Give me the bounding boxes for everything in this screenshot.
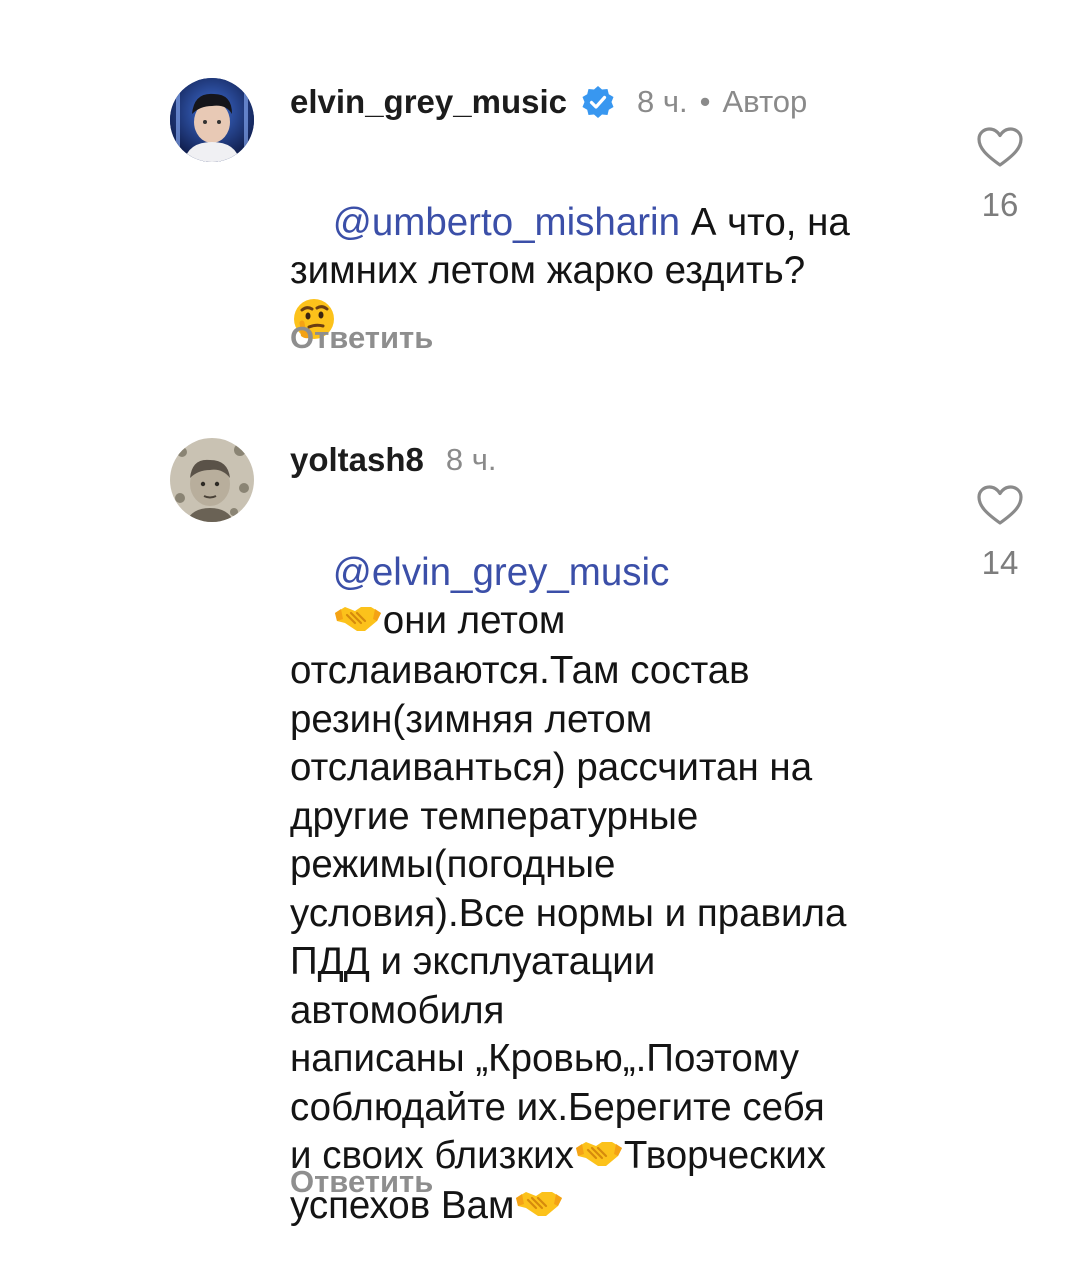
- comment-text-line: они летом: [382, 599, 566, 642]
- like-control: 14: [960, 484, 1040, 582]
- comment-text-line: резин(зимняя летом: [290, 697, 653, 741]
- comment-text-line: ПДД и эксплуатации: [290, 940, 656, 984]
- avatar-image: [170, 438, 254, 522]
- avatar[interactable]: [170, 438, 254, 522]
- handshake-icon: [333, 599, 383, 648]
- timestamp: 8 ч.: [445, 442, 497, 477]
- comment-text-line: отслаиваются.Там состав: [290, 649, 750, 693]
- comment-text-line: соблюдайте их.Берегите себя: [290, 1085, 825, 1129]
- comment-text-line: Творческих: [623, 1134, 827, 1178]
- handshake-icon: [514, 1184, 564, 1233]
- comment-text-line: режимы(погодные: [290, 843, 616, 887]
- comment-text-line: написаны „Кровью„.Поэтому: [290, 1037, 799, 1081]
- like-count: 14: [981, 544, 1019, 581]
- comment-text-line: условия).Все нормы и правила: [290, 891, 847, 935]
- comment-2: yoltash8 8 ч. @elvin_grey_music они лето…: [0, 0, 1080, 1227]
- mention-link[interactable]: @elvin_grey_music: [333, 551, 670, 594]
- handshake-icon: [574, 1134, 624, 1183]
- heart-icon[interactable]: [976, 484, 1024, 526]
- username[interactable]: yoltash8: [290, 441, 424, 479]
- comment-text-line: автомобиля: [290, 988, 505, 1032]
- reply-button[interactable]: Ответить: [290, 1164, 433, 1200]
- comment-text-line: другие температурные: [290, 794, 699, 838]
- comment-text-line: отслаиванться) рассчитан на: [290, 746, 813, 790]
- comment-header: yoltash8 8 ч.: [290, 438, 497, 482]
